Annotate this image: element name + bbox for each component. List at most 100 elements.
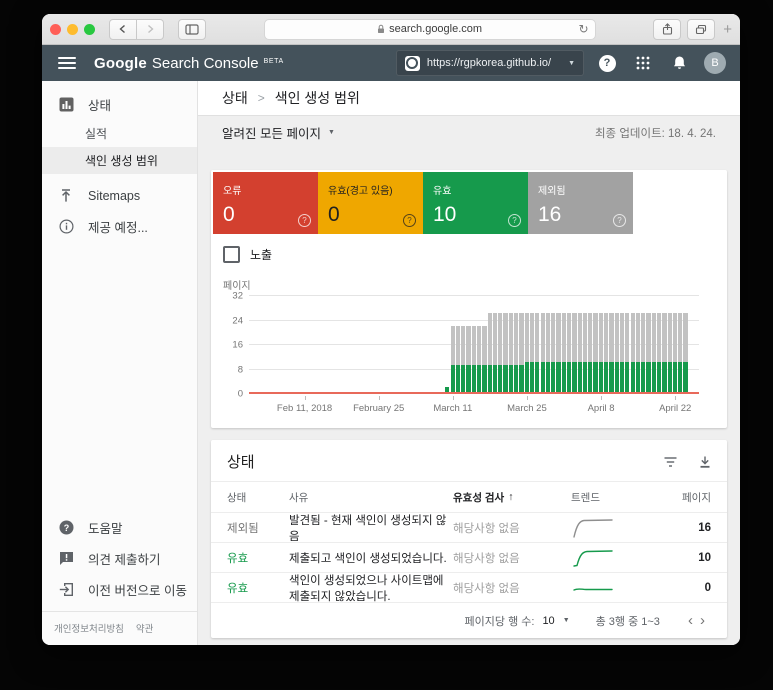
column-reason[interactable]: 사유: [289, 490, 453, 505]
notifications-button[interactable]: [666, 55, 692, 71]
chart-bar[interactable]: [525, 313, 529, 393]
chart-bar[interactable]: [578, 313, 582, 393]
sidebar-item-previous-version[interactable]: 이전 버전으로 이동: [42, 574, 197, 605]
table-row[interactable]: 제외됨 발견됨 - 현재 색인이 생성되지 않음 해당사항 없음 16: [211, 512, 727, 542]
sidebar-item-performance[interactable]: 실적: [42, 120, 197, 147]
chart-bar[interactable]: [556, 313, 560, 393]
menu-icon[interactable]: [58, 57, 76, 69]
chart-bar[interactable]: [636, 313, 640, 393]
chart-bar[interactable]: [678, 313, 682, 393]
chart-bar[interactable]: [567, 313, 571, 393]
help-circle-icon[interactable]: ?: [298, 214, 311, 227]
chart-bar[interactable]: [673, 313, 677, 393]
chart-bar[interactable]: [493, 313, 497, 393]
terms-link[interactable]: 약관: [136, 621, 153, 635]
column-pages[interactable]: 페이지: [663, 490, 711, 505]
previous-page-button[interactable]: ‹: [686, 612, 695, 629]
summary-card[interactable]: 유효(경고 있음) 0 ?: [318, 172, 423, 234]
address-bar[interactable]: search.google.com ↻: [264, 19, 596, 40]
chart-bar[interactable]: [646, 313, 650, 393]
chart-bar[interactable]: [572, 313, 576, 393]
summary-card[interactable]: 오류 0 ?: [213, 172, 318, 234]
chart-bar[interactable]: [593, 313, 597, 393]
chart-bar[interactable]: [620, 313, 624, 393]
chart-bar[interactable]: [562, 313, 566, 393]
chart-bar[interactable]: [615, 313, 619, 393]
new-tab-button[interactable]: +: [723, 21, 732, 38]
back-button[interactable]: [109, 19, 137, 40]
chart-bar[interactable]: [546, 313, 550, 393]
chart-bar[interactable]: [683, 313, 687, 393]
sidebar-item-feedback[interactable]: 의견 제출하기: [42, 543, 197, 574]
privacy-link[interactable]: 개인정보처리방침: [54, 621, 124, 635]
page-filter-dropdown[interactable]: 알려진 모든 페이지 ▼: [222, 123, 335, 142]
chart-bar[interactable]: [668, 313, 672, 393]
help-circle-icon[interactable]: ?: [403, 214, 416, 227]
chart-bar[interactable]: [530, 313, 534, 393]
minimize-window-button[interactable]: [67, 24, 78, 35]
close-window-button[interactable]: [50, 24, 61, 35]
column-trend[interactable]: 트렌드: [571, 490, 663, 505]
summary-cards-row: 오류 0 ? 유효(경고 있음) 0 ? 유효 10 ? 제외됨 16 ?: [213, 172, 725, 234]
share-button[interactable]: [653, 19, 681, 40]
chart-bar[interactable]: [588, 313, 592, 393]
table-row[interactable]: 유효 제출되고 색인이 생성되었습니다. 해당사항 없음 10: [211, 542, 727, 572]
summary-card[interactable]: 유효 10 ?: [423, 172, 528, 234]
column-validation[interactable]: 유효성 검사 ↑: [453, 490, 571, 505]
account-button[interactable]: B: [702, 52, 728, 74]
table-row[interactable]: 유효 색인이 생성되었으나 사이트맵에 제출되지 않았습니다. 해당사항 없음 …: [211, 572, 727, 602]
chart-bar[interactable]: [652, 313, 656, 393]
next-page-button[interactable]: ›: [698, 612, 707, 629]
chart-bar[interactable]: [503, 313, 507, 393]
chart-bar[interactable]: [451, 326, 455, 393]
chart-bar[interactable]: [657, 313, 661, 393]
row-validation: 해당사항 없음: [453, 580, 571, 596]
download-button[interactable]: [699, 456, 711, 468]
sidebar-item-status[interactable]: 상태: [42, 89, 197, 120]
chart-bar[interactable]: [551, 313, 555, 393]
chart-bar[interactable]: [625, 313, 629, 393]
filter-button[interactable]: [664, 456, 677, 468]
chart-bar[interactable]: [631, 313, 635, 393]
tabs-icon: [695, 24, 707, 35]
chart-bar[interactable]: [488, 313, 492, 393]
sidebar-toggle-button[interactable]: [178, 19, 206, 40]
chart-bar[interactable]: [519, 313, 523, 393]
forward-button[interactable]: [137, 19, 164, 40]
sidebar-item-coming-soon[interactable]: 제공 예정...: [42, 211, 197, 242]
sidebar-item-sitemaps[interactable]: Sitemaps: [42, 180, 197, 211]
chart-bar[interactable]: [514, 313, 518, 393]
impressions-checkbox[interactable]: [223, 246, 240, 263]
tab-overview-button[interactable]: [687, 19, 715, 40]
chart-bar[interactable]: [498, 313, 502, 393]
chart-bar[interactable]: [609, 313, 613, 393]
chart-bar[interactable]: [472, 326, 476, 393]
row-trend-sparkline: [571, 576, 663, 600]
chart-bar[interactable]: [535, 313, 539, 393]
chart-bar[interactable]: [604, 313, 608, 393]
header-help-button[interactable]: ?: [594, 55, 620, 72]
chart-bar[interactable]: [482, 326, 486, 393]
column-status[interactable]: 상태: [227, 490, 289, 505]
google-apps-button[interactable]: [630, 56, 656, 70]
chart-bar[interactable]: [641, 313, 645, 393]
chart-bar[interactable]: [662, 313, 666, 393]
sidebar-item-index-coverage[interactable]: 색인 생성 범위: [42, 147, 197, 174]
zoom-window-button[interactable]: [84, 24, 95, 35]
help-circle-icon[interactable]: ?: [508, 214, 521, 227]
help-circle-icon[interactable]: ?: [613, 214, 626, 227]
rows-per-page-control[interactable]: 페이지당 행 수: 10 ▼: [465, 613, 570, 629]
chart-bar[interactable]: [509, 313, 513, 393]
chart-bar[interactable]: [461, 326, 465, 393]
chart-bar[interactable]: [541, 313, 545, 393]
breadcrumb-parent[interactable]: 상태: [222, 88, 248, 108]
sidebar-item-help[interactable]: ? 도움말: [42, 512, 197, 543]
chart-bar[interactable]: [583, 313, 587, 393]
chart-bar[interactable]: [456, 326, 460, 393]
refresh-icon[interactable]: ↻: [579, 22, 589, 36]
chart-bar[interactable]: [477, 326, 481, 393]
summary-card[interactable]: 제외됨 16 ?: [528, 172, 633, 234]
chart-bar[interactable]: [466, 326, 470, 393]
property-selector[interactable]: https://rgpkorea.github.io/ ▼: [396, 50, 584, 76]
chart-bar[interactable]: [599, 313, 603, 393]
